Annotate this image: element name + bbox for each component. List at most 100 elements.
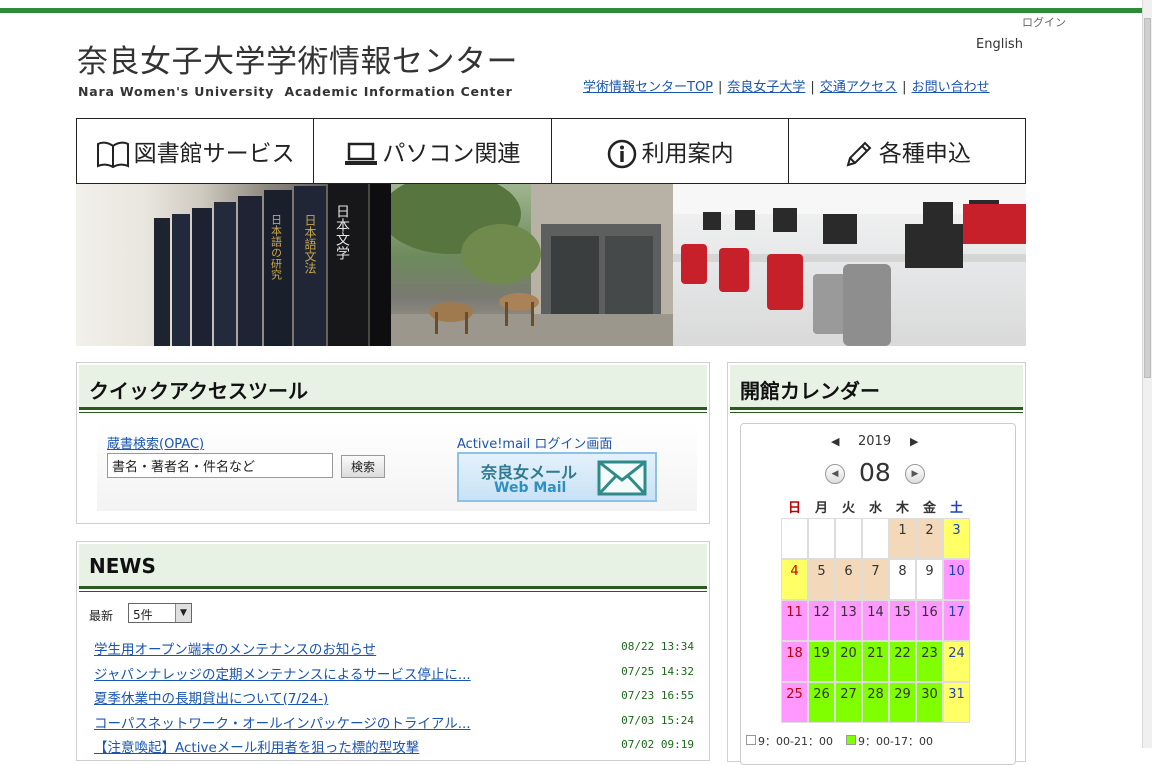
chevron-down-icon[interactable]: ▼ [175,604,191,622]
login-link[interactable]: ログイン [1022,14,1066,30]
book-spine-text: 日本語の研究 [270,214,283,280]
calendar-day[interactable]: 18 [781,641,808,682]
news-date: 08/22 13:34 [621,640,694,653]
legend-swatch [746,735,756,745]
news-count-value: 5件 [133,608,153,622]
legend-item: 9：00-17：00 [846,733,933,749]
calendar-day[interactable]: 28 [862,682,889,723]
prev-month-icon[interactable]: ◀ [825,464,845,484]
calendar-day[interactable]: 7 [862,559,889,600]
hero-photo-computer-room [673,184,1026,346]
news-date: 07/23 16:55 [621,689,694,702]
prev-year-icon[interactable]: ◀ [831,435,839,448]
pencil-icon [846,141,872,167]
calendar-day[interactable]: 13 [835,600,862,641]
calendar-title: 開館カレンダー [740,379,880,403]
nav-library-services[interactable]: 図書館サービス [77,119,315,183]
calendar-day[interactable]: 26 [808,682,835,723]
news-link[interactable]: 【注意喚起】Activeメール利用者を狙った標的型攻撃 [94,736,419,756]
calendar-day[interactable]: 25 [781,682,808,723]
opac-link[interactable]: 蔵書検索(OPAC) [107,433,204,452]
news-link[interactable]: コーパスネットワーク・オールインパッケージのトライアル... [94,712,471,732]
calendar-day[interactable]: 21 [862,641,889,682]
calendar-day[interactable]: 27 [835,682,862,723]
nav-guide[interactable]: 利用案内 [552,119,789,183]
hero-photo-entrance [391,184,673,346]
calendar-day[interactable]: 4 [781,559,808,600]
link-center-top[interactable]: 学術情報センターTOP [583,80,713,95]
hero-banner: 日本語文法 日本文学 日本語の研究 [76,184,1026,346]
news-count-select[interactable]: 5件 ▼ [128,603,192,623]
calendar-day[interactable]: 19 [808,641,835,682]
calendar-day[interactable]: 29 [889,682,916,723]
nav-pc[interactable]: パソコン関連 [314,119,552,183]
panel-header: クイックアクセスツール [79,365,707,413]
legend-swatch [846,735,856,745]
link-contact[interactable]: お問い合わせ [912,80,990,95]
separator: | [718,80,723,95]
webmail-button[interactable]: 奈良女メール Web Mail [457,452,657,502]
weekday-header: 金 [922,501,936,516]
link-access[interactable]: 交通アクセス [820,80,897,95]
calendar-day[interactable]: 1 [889,518,916,559]
year-nav: ◀ 2019 ▶ [831,434,921,452]
english-link[interactable]: English [976,37,1023,52]
panel-header: NEWS [79,544,707,592]
news-item: 【注意喚起】Activeメール利用者を狙った標的型攻撃 07/02 09:19 [94,736,694,758]
calendar-day[interactable]: 31 [943,682,970,723]
separator: | [810,80,815,95]
news-link[interactable]: ジャパンナレッジの定期メンテナンスによるサービス停止に... [94,663,471,683]
news-date: 07/03 15:24 [621,713,694,727]
webmail-subtitle: Web Mail [494,480,567,496]
nav-applications[interactable]: 各種申込 [789,119,1025,183]
calendar-day[interactable]: 24 [943,641,970,682]
scrollbar-thumb[interactable] [1144,18,1151,378]
envelope-icon [597,460,647,496]
calendar-day[interactable]: 10 [943,559,970,600]
nav-label: 図書館サービス [133,141,295,167]
calendar-day[interactable]: 5 [808,559,835,600]
weekday-header: 月 [814,501,828,516]
weekday-header: 木 [895,501,909,516]
opac-search-button[interactable]: 検索 [341,455,385,478]
calendar-empty-cell [781,518,808,559]
separator: | [902,80,907,95]
scrollbar[interactable] [1142,0,1152,748]
legend-label: 9：00-21：00 [758,735,833,748]
weekday-header: 土 [949,501,963,516]
calendar-day[interactable]: 6 [835,559,862,600]
calendar-year: 2019 [858,434,892,449]
legend-label: 9：00-17：00 [858,735,933,748]
calendar-day[interactable]: 17 [943,600,970,641]
calendar-day[interactable]: 22 [889,641,916,682]
calendar-empty-cell [835,518,862,559]
calendar-day[interactable]: 23 [916,641,943,682]
calendar-day[interactable]: 14 [862,600,889,641]
news-link[interactable]: 学生用オープン端末のメンテナンスのお知らせ [94,638,376,658]
calendar-day[interactable]: 2 [916,518,943,559]
activemail-label[interactable]: Active!mail ログイン画面 [457,433,612,452]
next-month-icon[interactable]: ▶ [905,464,925,484]
calendar-day[interactable]: 12 [808,600,835,641]
calendar-day[interactable]: 30 [916,682,943,723]
news-item: コーパスネットワーク・オールインパッケージのトライアル... 07/03 15:2… [94,712,694,734]
opac-search-input[interactable] [107,453,333,478]
main-nav: 図書館サービス パソコン関連 利用案内 各種申込 [76,118,1026,184]
calendar-day[interactable]: 16 [916,600,943,641]
calendar-day[interactable]: 20 [835,641,862,682]
laptop-icon [345,142,378,165]
calendar-day[interactable]: 8 [889,559,916,600]
nav-label: パソコン関連 [382,141,521,167]
weekday-header: 日 [787,501,801,516]
calendar-day[interactable]: 11 [781,600,808,641]
news-date: 07/02 09:19 [621,738,694,751]
weekday-header: 火 [841,501,855,516]
month-nav: ◀ 08 ▶ [825,458,929,488]
link-university[interactable]: 奈良女子大学 [727,80,805,95]
news-link[interactable]: 夏季休業中の長期貸出について(7/24-) [94,687,328,707]
calendar-day[interactable]: 15 [889,600,916,641]
calendar-month: 08 [859,458,891,487]
calendar-day[interactable]: 3 [943,518,970,559]
calendar-day[interactable]: 9 [916,559,943,600]
next-year-icon[interactable]: ▶ [910,435,918,448]
